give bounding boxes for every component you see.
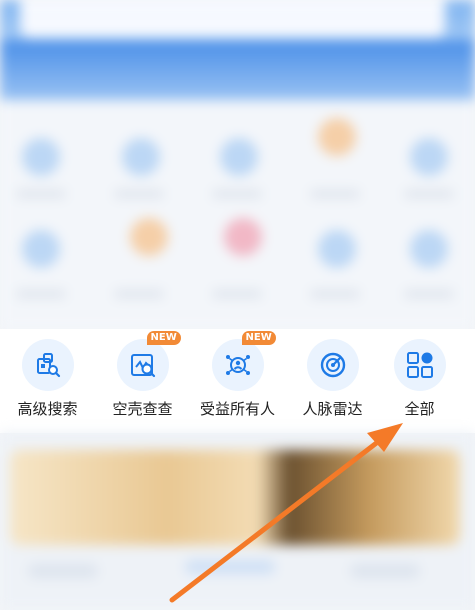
tool-label: 受益所有人: [199, 400, 275, 418]
blurred-background-bottom: [0, 432, 475, 610]
tool-label: 高级搜索: [17, 400, 78, 418]
advanced-search-icon: [21, 339, 74, 391]
blurred-banner: [10, 450, 460, 545]
tool-label: 空壳查查: [112, 400, 173, 418]
new-badge: NEW: [241, 331, 276, 345]
new-badge: NEW: [146, 331, 181, 345]
tool-network-radar[interactable]: 人脉雷达: [285, 329, 380, 433]
shell-check-icon: NEW: [116, 331, 181, 391]
tool-shell-check[interactable]: NEW 空壳查查: [95, 329, 190, 433]
tool-advanced-search[interactable]: 高级搜索: [0, 329, 95, 433]
blurred-feature-grid: [0, 100, 475, 330]
beneficial-owner-icon: NEW: [211, 331, 276, 391]
blurred-search-box: [20, 0, 445, 38]
network-radar-icon: [306, 339, 359, 391]
tool-label: 人脉雷达: [302, 400, 363, 418]
quick-tools-row: 高级搜索 NEW 空壳查查 NEW 受益所有人 人脉雷达 全部: [0, 329, 475, 433]
tool-label: 全部: [404, 400, 435, 418]
tool-all[interactable]: 全部: [372, 329, 467, 433]
blurred-background-top: [0, 0, 475, 330]
all-apps-icon: [393, 339, 446, 391]
tool-beneficial-owner[interactable]: NEW 受益所有人: [190, 329, 285, 433]
